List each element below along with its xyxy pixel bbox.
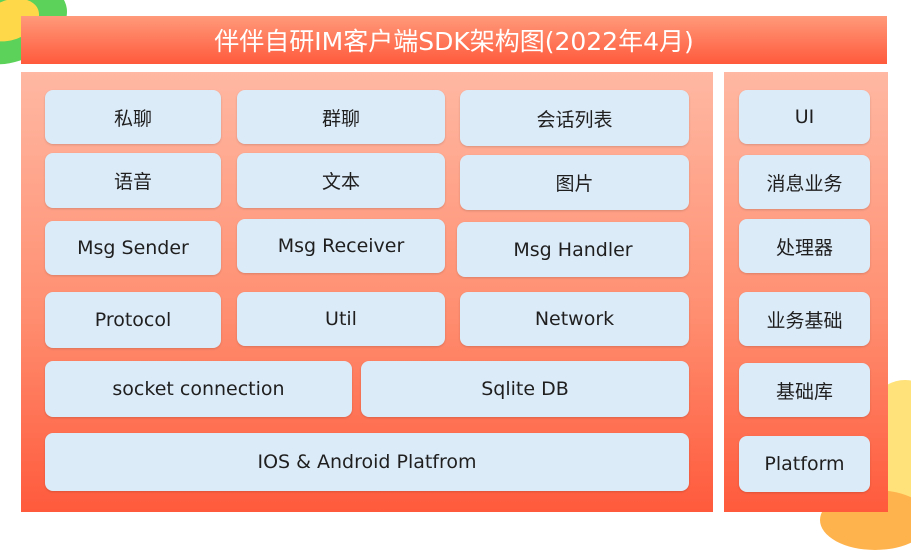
module-network: Network — [460, 292, 689, 346]
module-sqlite-db: Sqlite DB — [361, 361, 689, 417]
layer-platform: Platform — [739, 436, 870, 492]
module-platform-base: IOS & Android Platfrom — [45, 433, 689, 491]
module-msg-receiver: Msg Receiver — [237, 219, 445, 273]
layer-ui: UI — [739, 90, 870, 144]
layer-message-business: 消息业务 — [739, 155, 870, 209]
layer-foundation-library: 基础库 — [739, 363, 870, 417]
module-conversation-list: 会话列表 — [460, 90, 689, 146]
module-util: Util — [237, 292, 445, 346]
module-protocol: Protocol — [45, 292, 221, 348]
module-voice: 语音 — [45, 153, 221, 208]
layer-processor: 处理器 — [739, 219, 870, 273]
module-msg-sender: Msg Sender — [45, 221, 221, 275]
module-msg-handler: Msg Handler — [457, 222, 689, 277]
module-image: 图片 — [460, 155, 689, 210]
diagram-title: 伴伴自研IM客户端SDK架构图(2022年4月) — [21, 16, 887, 64]
layer-business-foundation: 业务基础 — [739, 292, 870, 346]
module-socket-connection: socket connection — [45, 361, 352, 417]
module-private-chat: 私聊 — [45, 90, 221, 144]
module-text: 文本 — [237, 153, 445, 208]
module-group-chat: 群聊 — [237, 90, 445, 144]
